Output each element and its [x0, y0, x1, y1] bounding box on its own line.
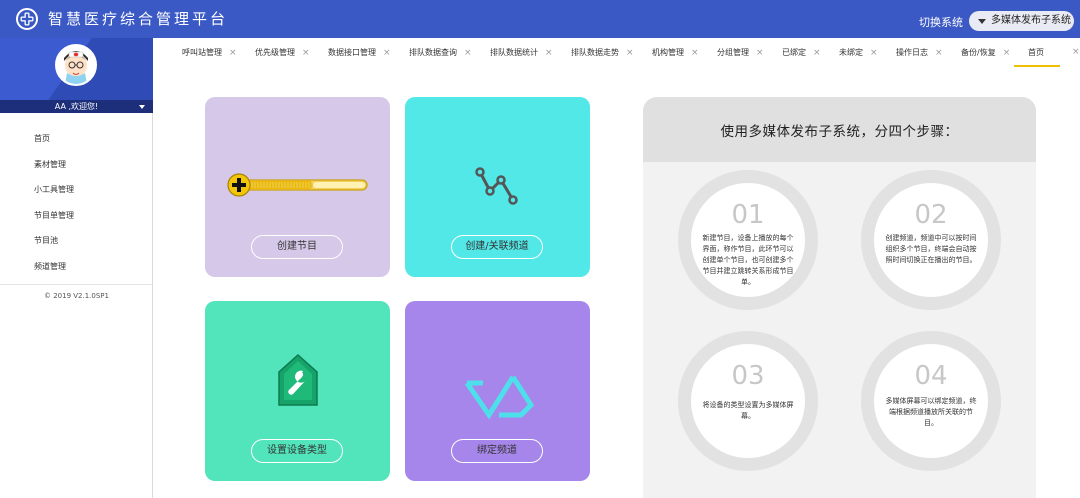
tab-label: 分组管理 [717, 48, 749, 57]
step-3: 03 将设备的类型设置为多媒体屏幕。 [678, 331, 818, 471]
tab-label: 排队数据查询 [409, 48, 457, 57]
card-create-program[interactable]: 创建节目 [205, 97, 390, 277]
device-wrench-icon [278, 353, 318, 406]
tab-label: 排队数据统计 [490, 48, 538, 57]
tab-label: 机构管理 [652, 48, 684, 57]
system-select[interactable]: 多媒体发布子系统 [969, 11, 1074, 31]
tab-label: 备份/恢复 [961, 48, 996, 57]
sidebar-divider [0, 284, 153, 285]
tab-priority[interactable]: 优先级管理 × [255, 38, 310, 67]
version-text: © 2019 V2.1.0SP1 [44, 292, 109, 300]
tab-queue-trend[interactable]: 排队数据走势 × [571, 38, 634, 67]
close-icon[interactable]: × [756, 48, 764, 58]
tab-backup[interactable]: 备份/恢复 × [961, 38, 1010, 67]
progress-plus-icon [227, 173, 368, 197]
set-device-type-button[interactable]: 设置设备类型 [251, 439, 343, 463]
tab-label: 优先级管理 [255, 48, 295, 57]
sidebar-item-program-pool[interactable]: 节目池 [0, 228, 153, 254]
tab-bound[interactable]: 已绑定 × [782, 38, 821, 67]
sidebar-menu: 首页 素材管理 小工具管理 节目单管理 节目池 频道管理 [0, 126, 153, 279]
close-icon[interactable]: × [1003, 48, 1011, 58]
step-description: 创建频道，频道中可以按时间组织多个节目，终端会自动按照时间切换正在播出的节目。 [885, 234, 977, 264]
close-icon[interactable]: × [545, 48, 553, 58]
step-1: 01 新建节目，设备上播放的每个界面，称作节目，此环节可以创建单个节目，也可创建… [678, 170, 818, 310]
sidebar-item-playlists[interactable]: 节目单管理 [0, 203, 153, 229]
close-icon[interactable]: × [691, 48, 699, 58]
tab-label: 已绑定 [782, 48, 806, 57]
close-icon[interactable]: × [813, 48, 821, 58]
close-icon[interactable]: × [1072, 38, 1080, 67]
tab-home[interactable]: 首页 × [1014, 38, 1080, 67]
bind-channel-button[interactable]: 绑定频道 [451, 439, 543, 463]
medical-cross-icon [16, 8, 38, 30]
create-channel-button[interactable]: 创建/关联频道 [451, 235, 543, 259]
close-icon[interactable]: × [464, 48, 472, 58]
card-set-device-type[interactable]: 设置设备类型 [205, 301, 390, 481]
doctor-avatar-icon [57, 46, 95, 84]
close-icon[interactable]: × [935, 48, 943, 58]
tab-label: 未绑定 [839, 48, 863, 57]
close-icon[interactable]: × [626, 48, 634, 58]
step-number: 04 [914, 361, 948, 391]
user-greeting-bar[interactable]: AA ,欢迎您! [0, 100, 153, 113]
step-description: 新建节目，设备上播放的每个界面，称作节目，此环节可以创建单个节目，也可创建多个节… [702, 234, 794, 286]
tab-unbound[interactable]: 未绑定 × [839, 38, 878, 67]
avatar[interactable] [55, 44, 97, 86]
steps-title: 使用多媒体发布子系统，分四个步骤： [643, 97, 1036, 162]
app-title: 智慧医疗综合管理平台 [48, 10, 229, 28]
bind-chevron-icon [464, 375, 535, 420]
tab-bar: 呼叫站管理 × 优先级管理 × 数据接口管理 × 排队数据查询 × 排队数据统计 × 排队… [153, 38, 1080, 67]
user-greeting: AA ,欢迎您! [54, 102, 99, 111]
tab-call-station[interactable]: 呼叫站管理 × [182, 38, 237, 67]
tab-label: 首页 [1028, 48, 1044, 57]
step-2: 02 创建频道，频道中可以按时间组织多个节目，终端会自动按照时间切换正在播出的节… [861, 170, 1001, 310]
close-icon[interactable]: × [870, 48, 878, 58]
user-panel: AA ,欢迎您! [0, 38, 153, 113]
tab-data-interface[interactable]: 数据接口管理 × [328, 38, 391, 67]
close-icon[interactable]: × [383, 48, 391, 58]
switch-system-label: 切换系统 [919, 16, 963, 29]
tab-label: 操作日志 [896, 48, 928, 57]
tab-operation-log[interactable]: 操作日志 × [896, 38, 943, 67]
sidebar-item-widgets[interactable]: 小工具管理 [0, 177, 153, 203]
close-icon[interactable]: × [229, 48, 237, 58]
sidebar-item-home[interactable]: 首页 [0, 126, 153, 152]
sidebar-item-channels[interactable]: 频道管理 [0, 254, 153, 280]
sidebar: AA ,欢迎您! 首页 素材管理 小工具管理 节目单管理 节目池 频道管理 © … [0, 38, 153, 498]
tab-label: 数据接口管理 [328, 48, 376, 57]
step-number: 03 [731, 361, 765, 391]
step-description: 多媒体屏幕可以绑定频道，终端根据频道播放所关联的节目。 [885, 397, 977, 427]
chevron-down-icon [978, 19, 986, 24]
step-number: 02 [914, 200, 948, 230]
tab-org[interactable]: 机构管理 × [652, 38, 699, 67]
step-4: 04 多媒体屏幕可以绑定频道，终端根据频道播放所关联的节目。 [861, 331, 1001, 471]
system-select-value: 多媒体发布子系统 [991, 15, 1071, 26]
tab-label: 呼叫站管理 [182, 48, 222, 57]
tab-label: 排队数据走势 [571, 48, 619, 57]
caret-down-icon [139, 105, 145, 109]
create-program-button[interactable]: 创建节目 [251, 235, 343, 259]
sidebar-item-materials[interactable]: 素材管理 [0, 152, 153, 178]
card-bind-channel[interactable]: 绑定频道 [405, 301, 590, 481]
step-number: 01 [731, 200, 765, 230]
top-header: 智慧医疗综合管理平台 切换系统 多媒体发布子系统 [0, 0, 1080, 38]
tab-group[interactable]: 分组管理 × [717, 38, 764, 67]
steps-panel: 使用多媒体发布子系统，分四个步骤： 01 新建节目，设备上播放的每个界面，称作节… [643, 97, 1036, 498]
close-icon[interactable]: × [302, 48, 310, 58]
tab-queue-stats[interactable]: 排队数据统计 × [490, 38, 553, 67]
step-description: 将设备的类型设置为多媒体屏幕。 [702, 401, 794, 420]
tab-queue-query[interactable]: 排队数据查询 × [409, 38, 472, 67]
card-create-channel[interactable]: 创建/关联频道 [405, 97, 590, 277]
channel-link-icon [475, 167, 518, 205]
